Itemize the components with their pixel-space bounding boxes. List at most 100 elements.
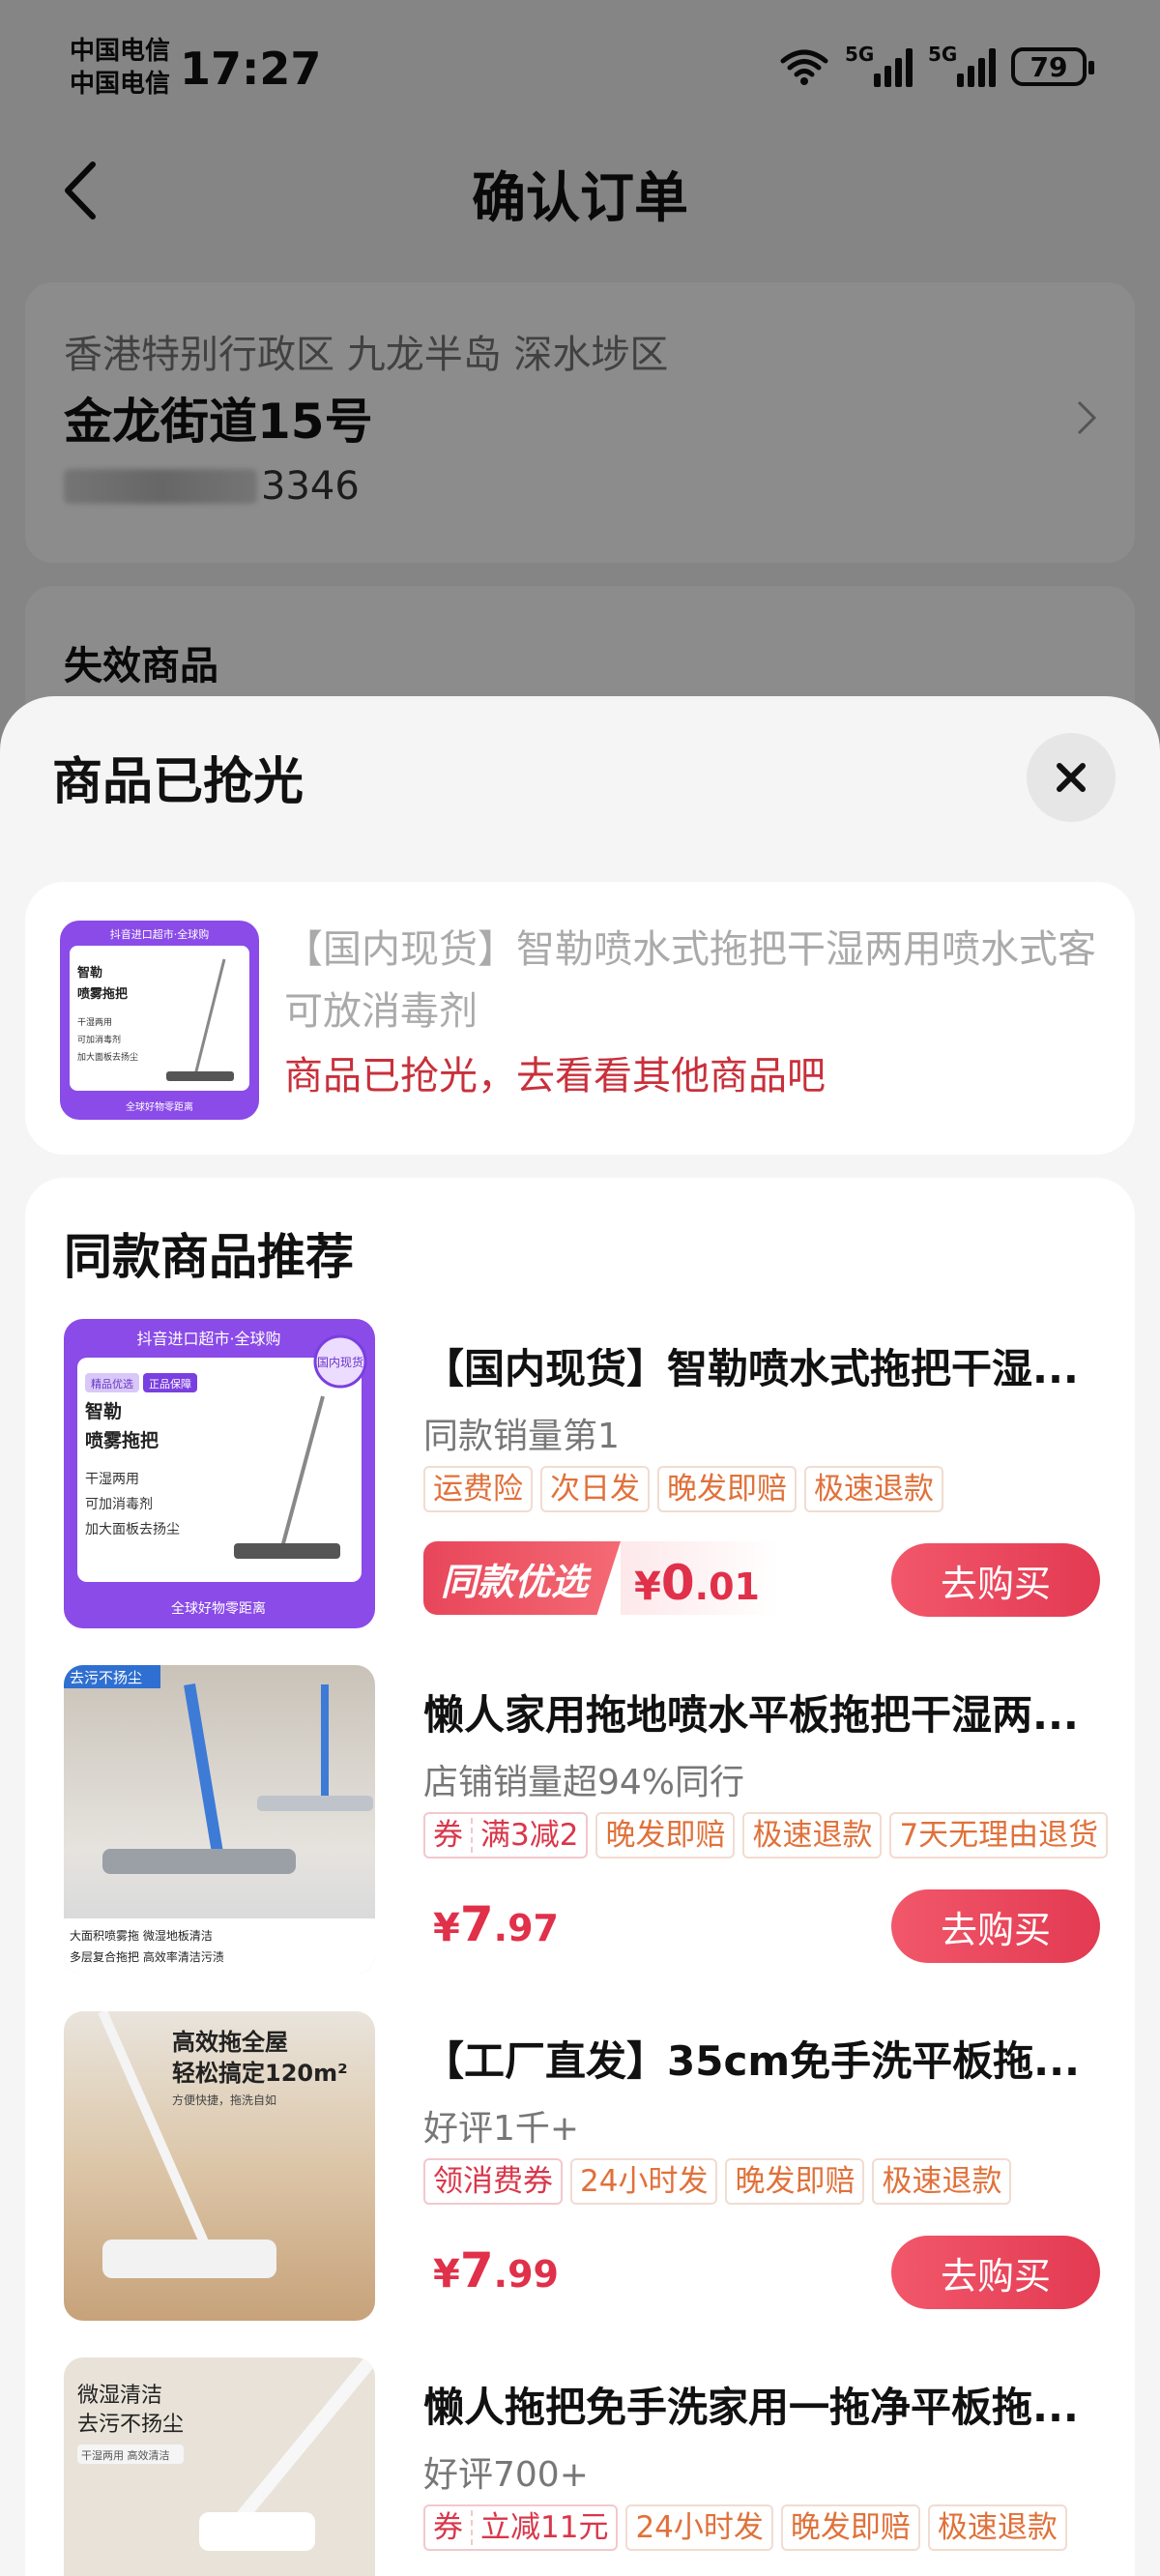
- thumb-line: 去污不扬尘: [77, 2413, 184, 2437]
- sheet-title: 商品已抢光: [52, 753, 304, 811]
- thumb-line: 干湿两用: [85, 1472, 139, 1487]
- item-image: 抖音进口超市·全球购 精品优选 正品保障 智勒 喷雾拖把 干湿两用 可加消毒剂 …: [64, 1319, 375, 1628]
- thumb-line: 智勒: [85, 1400, 122, 1422]
- thumb-footer: 多层复合拖把 高效率清洁污渍: [70, 1949, 224, 1964]
- price-currency: ¥: [433, 2252, 460, 2297]
- coupon-text: 满3减2: [480, 1818, 579, 1853]
- thumb-line: 干湿两用 高效清洁: [81, 2448, 170, 2462]
- item-image: 微湿清洁 去污不扬尘 干湿两用 高效清洁: [64, 2357, 375, 2576]
- coupon-text: 立减11元: [480, 2510, 609, 2545]
- price-row: ¥7.97: [423, 1888, 559, 1961]
- thumb-header: 抖音进口超市·全球购: [110, 927, 210, 941]
- mop-product-image: 抖音进口超市·全球购 智勒 喷雾拖把 干湿两用 可加消毒剂 加大面板去扬尘 全球…: [60, 921, 259, 1120]
- tag: 24小时发: [625, 2504, 773, 2551]
- tag: 极速退款: [927, 2504, 1067, 2551]
- coupon-label: 券: [433, 2510, 473, 2545]
- item-tags: 运费险 次日发 晚发即赔 极速退款: [423, 1466, 943, 1512]
- best-choice-badge: 同款优选: [423, 1541, 622, 1615]
- thumb-line: 可加消毒剂: [77, 1034, 121, 1045]
- soldout-product-image: 抖音进口超市·全球购 智勒 喷雾拖把 干湿两用 可加消毒剂 加大面板去扬尘 全球…: [60, 921, 259, 1120]
- thumb-line: 智勒: [77, 965, 102, 981]
- close-icon: [1057, 763, 1086, 792]
- price-currency: ¥: [634, 1565, 661, 1609]
- thumb-line: 可加消毒剂: [85, 1497, 153, 1512]
- thumb-header: 抖音进口超市·全球购: [136, 1330, 280, 1348]
- item-price: ¥0.01: [634, 1555, 760, 1611]
- thumb-footer: 全球好物零距离: [171, 1600, 266, 1617]
- thumb-footer: 大面积喷雾拖 微湿地板清洁: [70, 1928, 213, 1943]
- soldout-tip: 商品已抢光，去看看其他商品吧: [284, 1054, 826, 1098]
- thumb-line: 高效拖全屋: [172, 2029, 288, 2056]
- coupon-tag[interactable]: 券 立减11元: [423, 2504, 619, 2551]
- item-image: 去污不扬尘 大面积喷雾拖 微湿地板清洁 多层复合拖把 高效率清洁污渍: [64, 1665, 375, 1975]
- close-button[interactable]: [1027, 733, 1116, 822]
- price-integer: 7: [459, 1896, 494, 1952]
- price-row: 同款优选 ¥0.01: [423, 1541, 779, 1615]
- thumb-line: 加大面板去扬尘: [77, 1051, 138, 1063]
- thumb-line: 加大面板去扬尘: [85, 1522, 180, 1537]
- item-subtitle: 同款销量第1: [423, 1417, 620, 1456]
- item-image: 高效拖全屋 轻松搞定120m² 方便快捷，拖洗自如: [64, 2011, 375, 2321]
- recommend-item[interactable]: 抖音进口超市·全球购 精品优选 正品保障 智勒 喷雾拖把 干湿两用 可加消毒剂 …: [64, 1319, 1108, 1628]
- item-tags: 领消费券 24小时发 晚发即赔 极速退款: [423, 2158, 1012, 2205]
- item-name: 【国内现货】智勒喷水式拖把干湿...: [423, 1345, 1079, 1392]
- thumb-line: 喷雾拖把: [85, 1429, 159, 1451]
- recommend-card: 同款商品推荐 抖音进口超市·全球购 精品优选 正品保障 智勒 喷雾拖把 干湿两用…: [25, 1178, 1135, 2576]
- mop-product-image: 抖音进口超市·全球购 精品优选 正品保障 智勒 喷雾拖把 干湿两用 可加消毒剂 …: [64, 1319, 375, 1628]
- coupon-tag[interactable]: 领消费券: [423, 2158, 563, 2205]
- recommend-item[interactable]: 微湿清洁 去污不扬尘 干湿两用 高效清洁 懒人拖把免手洗家用一拖净平板拖... …: [64, 2357, 1108, 2576]
- item-price: ¥7.99: [433, 2242, 559, 2298]
- coupon-label: 券: [433, 1818, 473, 1853]
- thumb-chip: 精品优选: [91, 1378, 133, 1390]
- tag: 极速退款: [804, 1466, 943, 1512]
- tag: 次日发: [540, 1466, 650, 1512]
- tag: 晚发即赔: [780, 2504, 920, 2551]
- item-name: 【工厂直发】35cm免手洗平板拖...: [423, 2037, 1080, 2085]
- coupon-tag[interactable]: 券 满3减2: [423, 1812, 589, 1859]
- mop-product-image: 高效拖全屋 轻松搞定120m² 方便快捷，拖洗自如: [64, 2011, 375, 2321]
- tag: 运费险: [423, 1466, 533, 1512]
- thumb-line: 轻松搞定120m²: [172, 2060, 348, 2087]
- buy-button[interactable]: 去购买: [891, 1543, 1100, 1617]
- price-row: ¥7.99: [423, 2234, 559, 2307]
- recommend-title: 同款商品推荐: [64, 1229, 354, 1285]
- mop-product-image: 去污不扬尘 大面积喷雾拖 微湿地板清洁 多层复合拖把 高效率清洁污渍: [64, 1665, 375, 1975]
- price-pill: ¥0.01: [621, 1541, 779, 1615]
- soldout-product-card: 抖音进口超市·全球购 智勒 喷雾拖把 干湿两用 可加消毒剂 加大面板去扬尘 全球…: [25, 882, 1135, 1155]
- item-subtitle: 店铺销量超94%同行: [423, 1763, 745, 1802]
- thumb-line: 方便快捷，拖洗自如: [172, 2093, 276, 2107]
- price-integer: 0: [660, 1555, 695, 1611]
- item-subtitle: 好评700+: [423, 2455, 589, 2495]
- item-price: ¥7.97: [433, 1896, 559, 1952]
- thumb-chip: 正品保障: [149, 1377, 191, 1390]
- thumb-line: 喷雾拖把: [77, 986, 128, 1002]
- tag: 7天无理由退货: [889, 1812, 1109, 1859]
- price-decimal: .01: [694, 1566, 760, 1608]
- buy-button[interactable]: 去购买: [891, 1889, 1100, 1963]
- tag: 晚发即赔: [725, 2158, 865, 2205]
- soldout-sheet: 商品已抢光 抖音进口超市·全球购 智勒 喷雾拖把 干湿两用 可加消毒剂 加大面板…: [0, 696, 1160, 2576]
- price-decimal: .97: [493, 1907, 559, 1949]
- item-tags: 券 立减11元 24小时发 晚发即赔 极速退款: [423, 2504, 1067, 2551]
- thumb-footer: 全球好物零距离: [126, 1100, 193, 1113]
- tag: 极速退款: [872, 2158, 1012, 2205]
- thumb-line: 干湿两用: [77, 1017, 112, 1028]
- item-tags: 券 满3减2 晚发即赔 极速退款 7天无理由退货: [423, 1812, 1109, 1859]
- mop-product-image: 微湿清洁 去污不扬尘 干湿两用 高效清洁: [64, 2357, 375, 2576]
- thumb-corner-badge: 国内现货: [317, 1355, 363, 1369]
- tag: 晚发即赔: [657, 1466, 797, 1512]
- price-currency: ¥: [433, 1906, 460, 1950]
- buy-button[interactable]: 去购买: [891, 2236, 1100, 2309]
- item-name: 懒人拖把免手洗家用一拖净平板拖...: [423, 2384, 1079, 2431]
- recommend-item[interactable]: 高效拖全屋 轻松搞定120m² 方便快捷，拖洗自如 【工厂直发】35cm免手洗平…: [64, 2011, 1108, 2321]
- tag: 晚发即赔: [595, 1812, 736, 1859]
- price-decimal: .99: [493, 2253, 559, 2296]
- tag: 24小时发: [570, 2158, 718, 2205]
- tag: 极速退款: [742, 1812, 883, 1859]
- recommend-item[interactable]: 去污不扬尘 大面积喷雾拖 微湿地板清洁 多层复合拖把 高效率清洁污渍 懒人家用拖…: [64, 1665, 1109, 1975]
- item-subtitle: 好评1千+: [423, 2109, 580, 2149]
- thumb-line: 微湿清洁: [77, 2384, 162, 2408]
- soldout-product-name: 【国内现货】智勒喷水式拖把干湿两用喷水式客可放消毒剂: [284, 927, 1096, 1034]
- price-integer: 7: [459, 2242, 494, 2298]
- item-name: 懒人家用拖地喷水平板拖把干湿两...: [423, 1691, 1079, 1739]
